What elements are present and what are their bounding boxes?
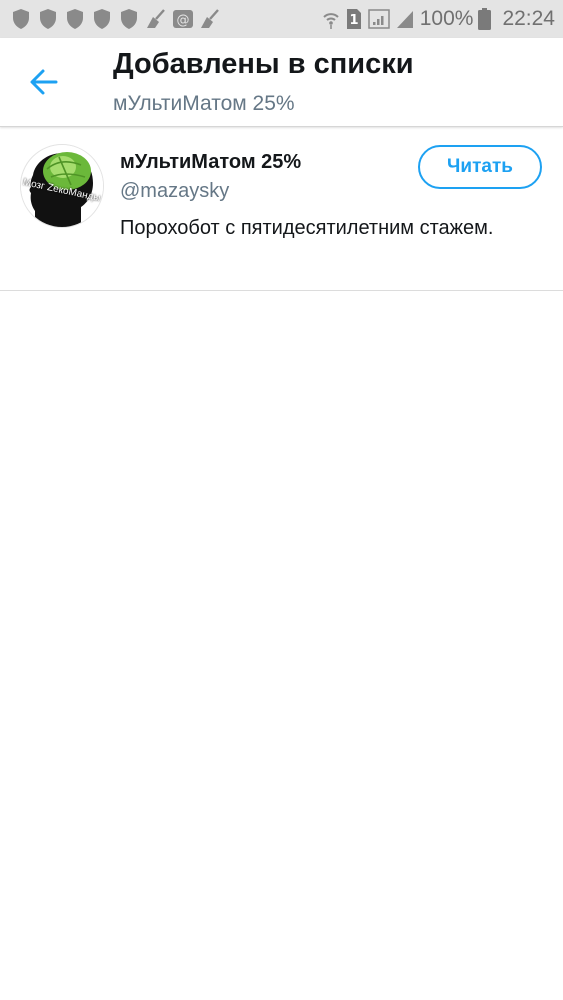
signal-strength-icon <box>367 8 390 30</box>
avatar[interactable]: Мозг ZекоМанды <box>20 144 104 228</box>
user-name[interactable]: мУльтиМатом 25% <box>120 151 301 174</box>
notification-icons: @ <box>10 8 221 30</box>
svg-text:@: @ <box>177 13 190 28</box>
head-silhouette-icon <box>21 145 103 227</box>
back-button[interactable] <box>22 62 66 102</box>
sim-label: 1 <box>349 13 358 28</box>
broom-icon <box>199 8 221 30</box>
broom-icon <box>145 8 167 30</box>
cellular-signal-icon <box>395 8 415 30</box>
shield-icon <box>37 8 59 30</box>
clock: 22:24 <box>502 7 555 30</box>
page-title: Добавлены в списки <box>113 48 414 80</box>
app-header: Добавлены в списки мУльтиМатом 25% <box>0 38 563 127</box>
shield-icon <box>64 8 86 30</box>
shield-icon <box>91 8 113 30</box>
shield-icon <box>118 8 140 30</box>
page-subtitle: мУльтиМатом 25% <box>113 92 295 115</box>
battery-percent: 100% <box>419 7 474 30</box>
back-arrow-icon <box>30 69 58 95</box>
follow-button[interactable]: Читать <box>418 145 542 189</box>
at-sign-icon: @ <box>172 8 194 30</box>
sim-card-icon: 1 <box>345 8 363 30</box>
user-bio: Порохобот с пятидесятилетним стажем. <box>120 217 494 239</box>
shield-icon <box>10 8 32 30</box>
status-right: 1 100% 22:24 <box>322 7 555 31</box>
wifi-icon <box>322 8 340 30</box>
status-bar: @ 1 100% 22:24 <box>0 0 563 38</box>
user-handle: @mazaysky <box>120 180 230 202</box>
battery-icon <box>478 8 492 30</box>
list-item[interactable]: Мозг ZекоМанды мУльтиМатом 25% @mazaysky… <box>0 127 563 291</box>
